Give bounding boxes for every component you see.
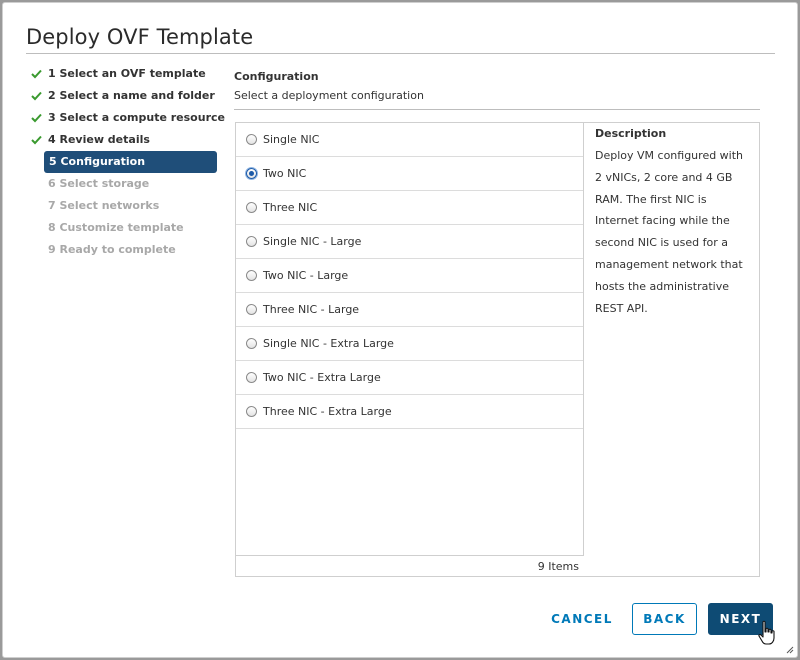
hand-pointer-icon [758, 620, 775, 645]
config-option-row[interactable]: Two NIC - Large [236, 259, 583, 293]
wizard-step-7: 7 Select networks [28, 195, 218, 217]
item-count: 9 Items [236, 555, 584, 577]
description-title: Description [595, 127, 667, 140]
description-pane: Description Deploy VM configured with 2 … [595, 127, 753, 319]
radio-button[interactable] [246, 304, 257, 315]
config-option-row[interactable]: Two NIC [236, 157, 583, 191]
wizard-step-8: 8 Customize template [28, 217, 218, 239]
config-option-row[interactable]: Three NIC - Large [236, 293, 583, 327]
config-option-label: Three NIC [263, 201, 318, 214]
radio-button[interactable] [246, 372, 257, 383]
section-title: Configuration [234, 70, 319, 83]
config-option-label: Two NIC - Large [263, 269, 349, 282]
wizard-step-9: 9 Ready to complete [28, 239, 218, 261]
wizard-step-5[interactable]: 5 Configuration [44, 151, 217, 173]
check-icon [31, 85, 43, 107]
section-subtitle: Select a deployment configuration [234, 89, 424, 102]
config-option-label: Three NIC - Extra Large [263, 405, 392, 418]
wizard-step-1[interactable]: 1 Select an OVF template [28, 63, 218, 85]
configuration-panel: Single NIC Two NIC Three NIC Single NIC - L… [235, 122, 760, 577]
wizard-steps: 1 Select an OVF template 2 Select a name … [28, 63, 225, 261]
config-option-label: Two NIC [263, 167, 307, 180]
wizard-step-label: 8 Customize template [48, 221, 184, 234]
wizard-step-label: 2 Select a name and folder [48, 89, 215, 102]
configuration-list: Single NIC Two NIC Three NIC Single NIC - L… [236, 123, 584, 555]
config-option-label: Single NIC - Large [263, 235, 362, 248]
radio-button[interactable] [246, 236, 257, 247]
radio-button[interactable] [246, 134, 257, 145]
check-icon [31, 63, 43, 85]
cancel-button[interactable]: CANCEL [548, 603, 616, 635]
dialog-title: Deploy OVF Template [26, 25, 254, 49]
title-divider [26, 53, 775, 54]
wizard-step-2[interactable]: 2 Select a name and folder [28, 85, 218, 107]
radio-button[interactable] [246, 202, 257, 213]
check-icon [31, 107, 43, 129]
config-option-label: Two NIC - Extra Large [263, 371, 381, 384]
description-text: Deploy VM configured with 2 vNICs, 2 cor… [595, 149, 744, 315]
resize-grip-icon[interactable] [786, 646, 794, 654]
wizard-step-4[interactable]: 4 Review details [28, 129, 218, 151]
radio-button[interactable] [246, 406, 257, 417]
wizard-step-label: 6 Select storage [48, 177, 150, 190]
config-option-row[interactable]: Single NIC - Extra Large [236, 327, 583, 361]
wizard-step-label: 1 Select an OVF template [48, 67, 206, 80]
radio-button[interactable] [246, 270, 257, 281]
wizard-step-label: 9 Ready to complete [48, 243, 176, 256]
wizard-step-label: 3 Select a compute resource [48, 111, 225, 124]
wizard-step-3[interactable]: 3 Select a compute resource [28, 107, 225, 129]
wizard-step-label: 7 Select networks [48, 199, 160, 212]
config-option-label: Single NIC [263, 133, 320, 146]
config-option-row[interactable]: Two NIC - Extra Large [236, 361, 583, 395]
config-option-row[interactable]: Three NIC [236, 191, 583, 225]
radio-button-selected[interactable] [246, 168, 257, 179]
wizard-step-label: 5 Configuration [49, 155, 146, 168]
config-option-row[interactable]: Single NIC [236, 123, 583, 157]
radio-button[interactable] [246, 338, 257, 349]
config-option-row[interactable]: Single NIC - Large [236, 225, 583, 259]
wizard-step-label: 4 Review details [48, 133, 150, 146]
check-icon [31, 129, 43, 151]
config-option-row[interactable]: Three NIC - Extra Large [236, 395, 583, 429]
config-option-label: Single NIC - Extra Large [263, 337, 394, 350]
wizard-step-6: 6 Select storage [28, 173, 218, 195]
section-divider [234, 109, 760, 110]
config-option-label: Three NIC - Large [263, 303, 360, 316]
back-button[interactable]: BACK [632, 603, 697, 635]
